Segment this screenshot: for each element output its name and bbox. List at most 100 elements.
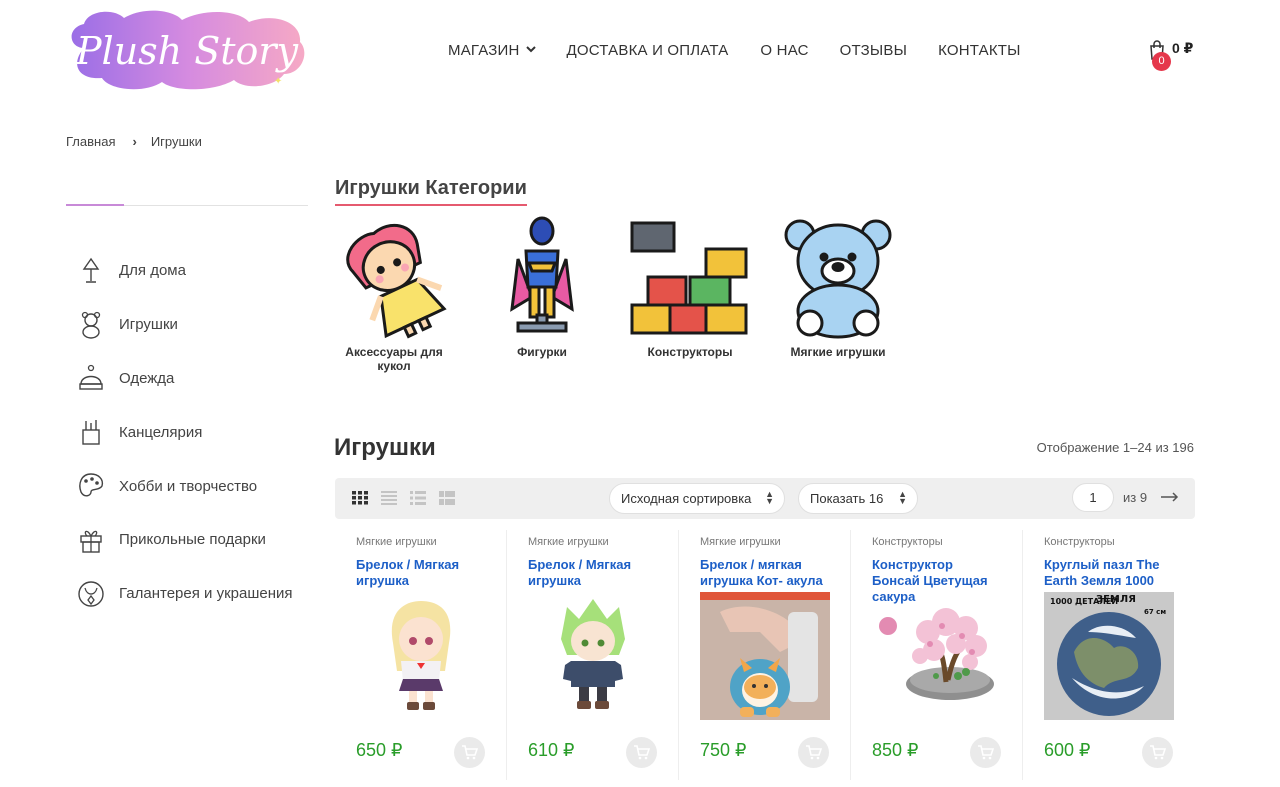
product-card: Мягкие игрушки Брелок / Мягкая игрушка 6… <box>507 530 679 780</box>
breadcrumb-home[interactable]: Главная <box>66 134 115 149</box>
cart-total: 0 ₽ <box>1172 40 1194 56</box>
svg-text:67 см: 67 см <box>1144 608 1166 616</box>
page-count: из 9 <box>1123 490 1148 505</box>
breadcrumb-separator: › <box>132 134 137 149</box>
product-price: 850 ₽ <box>872 740 919 760</box>
product-card: Конструкторы Конструктор Бонсай Цветущая… <box>851 530 1023 780</box>
svg-text:Plush Story: Plush Story <box>75 29 299 73</box>
teddy-bear-icon <box>76 310 106 340</box>
add-to-cart-button[interactable] <box>970 737 1001 768</box>
results-count: Отображение 1–24 из 196 <box>1036 440 1194 455</box>
sidebar-item-label: Для дома <box>119 262 186 280</box>
sidebar-divider <box>66 204 308 206</box>
nav-delivery[interactable]: ДОСТАВКА И ОПЛАТА <box>567 40 729 60</box>
category-name: Аксессуары для кукол <box>345 345 443 373</box>
nav-contacts[interactable]: КОНТАКТЫ <box>938 40 1021 60</box>
product-image[interactable] <box>872 592 1002 720</box>
product-image[interactable] <box>356 592 486 720</box>
category-name: Конструкторы <box>647 345 733 359</box>
building-blocks-icon <box>630 215 750 339</box>
category-name: Мягкие игрушки <box>790 345 886 359</box>
site-logo[interactable]: Plush Story ✦ <box>64 8 310 92</box>
product-category[interactable]: Мягкие игрушки <box>528 536 657 548</box>
nav-shop[interactable]: МАГАЗИН <box>448 40 536 60</box>
sidebar-item-hobby[interactable]: Хобби и творчество <box>76 459 292 513</box>
product-image[interactable] <box>700 592 830 720</box>
sidebar-item-stationery[interactable]: Канцелярия <box>76 405 292 459</box>
page-number-input[interactable]: 1 <box>1072 483 1114 512</box>
add-to-cart-button[interactable] <box>626 737 657 768</box>
sidebar-item-label: Одежда <box>119 369 175 387</box>
per-page-select-value: Показать 16 <box>810 491 884 506</box>
per-page-select[interactable]: Показать 16 ▲ ▼ <box>798 483 918 514</box>
chevron-down-icon <box>525 44 536 56</box>
product-category[interactable]: Конструкторы <box>1044 536 1174 548</box>
select-arrows-icon: ▲ ▼ <box>898 489 907 506</box>
sort-select[interactable]: Исходная сортировка ▲ ▼ <box>609 483 785 514</box>
sidebar-item-toys[interactable]: Игрушки <box>76 298 292 352</box>
main-nav: МАГАЗИН ДОСТАВКА И ОПЛАТА О НАС ОТЗЫВЫ К… <box>448 40 1021 60</box>
breadcrumb-current: Игрушки <box>150 134 202 149</box>
list-view-icon[interactable] <box>381 491 397 505</box>
product-category[interactable]: Мягкие игрушки <box>700 536 829 548</box>
product-title[interactable]: Брелок / мягкая игрушка Кот- акула <box>700 557 829 592</box>
table-view-icon[interactable] <box>439 491 455 505</box>
sort-select-value: Исходная сортировка <box>621 491 752 506</box>
product-card: Мягкие игрушки Брелок / Мягкая игрушка 6… <box>335 530 507 780</box>
nav-about[interactable]: О НАС <box>760 40 808 60</box>
product-category[interactable]: Конструкторы <box>872 536 1001 548</box>
product-card: Конструкторы Круглый пазл The Earth Земл… <box>1023 530 1195 780</box>
category-card-constructors[interactable]: Конструкторы <box>630 215 778 373</box>
category-list: Аксессуары для кукол Фигурки Конструктор… <box>334 215 926 373</box>
palette-icon <box>76 471 106 501</box>
superhero-figure-icon <box>482 215 602 339</box>
sidebar-item-label: Игрушки <box>119 316 178 334</box>
sidebar-item-label: Прикольные подарки <box>119 531 266 549</box>
sidebar-categories: Для дома Игрушки Одежда Канцелярия Хобби… <box>76 244 292 621</box>
sidebar-item-clothing[interactable]: Одежда <box>76 352 292 406</box>
sidebar-item-label: Хобби и творчество <box>119 477 258 495</box>
necklace-icon <box>76 579 106 609</box>
nav-shop-label: МАГАЗИН <box>448 41 520 59</box>
add-to-cart-button[interactable] <box>454 737 485 768</box>
nav-reviews[interactable]: ОТЗЫВЫ <box>840 40 907 60</box>
product-price: 610 ₽ <box>528 740 575 760</box>
product-image[interactable]: 1000 ДЕТАЛЕЙ ЗЕМЛЯ 67 см <box>1044 592 1174 720</box>
add-to-cart-button[interactable] <box>798 737 829 768</box>
category-name: Фигурки <box>517 345 567 359</box>
product-title[interactable]: Круглый пазл The Earth Земля 1000 <box>1044 557 1174 592</box>
page-title: Игрушки <box>334 434 436 461</box>
product-price: 750 ₽ <box>700 740 747 760</box>
svg-text:ЗЕМЛЯ: ЗЕМЛЯ <box>1096 594 1136 605</box>
category-card-doll-accessories[interactable]: Аксессуары для кукол <box>334 215 482 373</box>
gift-icon <box>76 525 106 555</box>
view-switcher <box>352 491 455 505</box>
doll-icon <box>334 215 454 339</box>
product-title[interactable]: Брелок / Мягкая игрушка <box>528 557 657 592</box>
product-image[interactable] <box>528 592 658 720</box>
product-title[interactable]: Конструктор Бонсай Цветущая сакура <box>872 557 1001 604</box>
pagination: 1 из 9 <box>1072 483 1179 512</box>
lamp-icon <box>76 256 106 286</box>
sidebar-item-accessories[interactable]: Галантерея и украшения <box>76 567 292 621</box>
plush-bear-icon <box>778 215 898 339</box>
svg-text:✦: ✦ <box>274 76 282 87</box>
product-price: 600 ₽ <box>1044 740 1091 760</box>
pencil-cup-icon <box>76 417 106 447</box>
next-page-arrow-icon[interactable] <box>1161 489 1179 507</box>
grid-view-icon[interactable] <box>352 491 368 505</box>
knit-hat-icon <box>76 363 106 393</box>
bullet-list-view-icon[interactable] <box>410 491 426 505</box>
product-price: 650 ₽ <box>356 740 403 760</box>
select-arrows-icon: ▲ ▼ <box>765 489 774 506</box>
category-card-soft-toys[interactable]: Мягкие игрушки <box>778 215 926 373</box>
add-to-cart-button[interactable] <box>1142 737 1173 768</box>
sidebar-item-home[interactable]: Для дома <box>76 244 292 298</box>
sidebar-item-gifts[interactable]: Прикольные подарки <box>76 513 292 567</box>
product-title[interactable]: Брелок / Мягкая игрушка <box>356 557 485 592</box>
product-card: Мягкие игрушки Брелок / мягкая игрушка К… <box>679 530 851 780</box>
breadcrumb: Главная › Игрушки <box>66 134 202 149</box>
cart-button[interactable]: 0 0 ₽ <box>1148 38 1198 74</box>
product-category[interactable]: Мягкие игрушки <box>356 536 485 548</box>
category-card-figures[interactable]: Фигурки <box>482 215 630 373</box>
